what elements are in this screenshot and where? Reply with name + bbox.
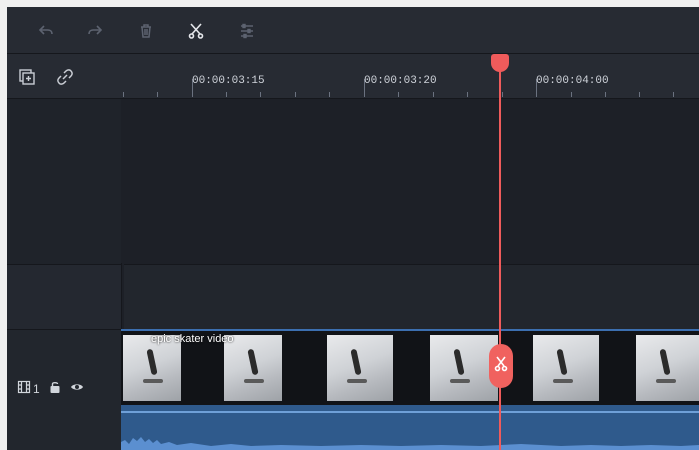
track-header xyxy=(7,264,121,329)
waveform-graphic xyxy=(121,437,699,450)
timeline-editor: 00:00:03:15 00:00:03:20 00:00:04:00 1 ep… xyxy=(7,7,699,450)
timeline-toolbar xyxy=(7,7,699,54)
clip-title: epic skater video xyxy=(151,333,234,345)
video-clip[interactable]: epic skater video xyxy=(121,329,699,407)
ruler-timecode: 00:00:04:00 xyxy=(536,75,609,87)
link-icon[interactable] xyxy=(55,67,75,87)
eye-icon[interactable] xyxy=(70,380,84,397)
ruler-timecode: 00:00:03:20 xyxy=(364,75,437,87)
timeline-ruler[interactable]: 00:00:03:15 00:00:03:20 00:00:04:00 xyxy=(121,54,699,99)
delete-icon[interactable] xyxy=(134,19,158,43)
empty-track-area[interactable] xyxy=(121,99,699,263)
split-clip-button[interactable] xyxy=(489,344,513,388)
clip-frame xyxy=(636,335,699,401)
redo-icon[interactable] xyxy=(83,19,107,43)
video-track-header: 1 xyxy=(7,329,121,450)
clip-frame xyxy=(533,335,599,401)
ruler-timecode: 00:00:03:15 xyxy=(192,75,265,87)
playhead-line[interactable] xyxy=(499,71,501,450)
clip-frame xyxy=(430,335,498,401)
audio-waveform[interactable] xyxy=(121,405,699,450)
scissors-icon xyxy=(494,356,508,377)
audio-volume-line[interactable] xyxy=(121,411,699,413)
undo-icon[interactable] xyxy=(34,19,58,43)
playhead-handle[interactable] xyxy=(491,54,509,72)
ruler-header xyxy=(7,54,121,99)
adjust-icon[interactable] xyxy=(235,19,259,43)
lock-icon[interactable] xyxy=(48,380,62,397)
empty-track[interactable] xyxy=(124,264,699,329)
film-icon xyxy=(17,380,31,397)
add-track-icon[interactable] xyxy=(17,67,37,87)
track-number: 1 xyxy=(33,381,40,396)
cut-icon[interactable] xyxy=(184,19,208,43)
clip-frame xyxy=(327,335,393,401)
